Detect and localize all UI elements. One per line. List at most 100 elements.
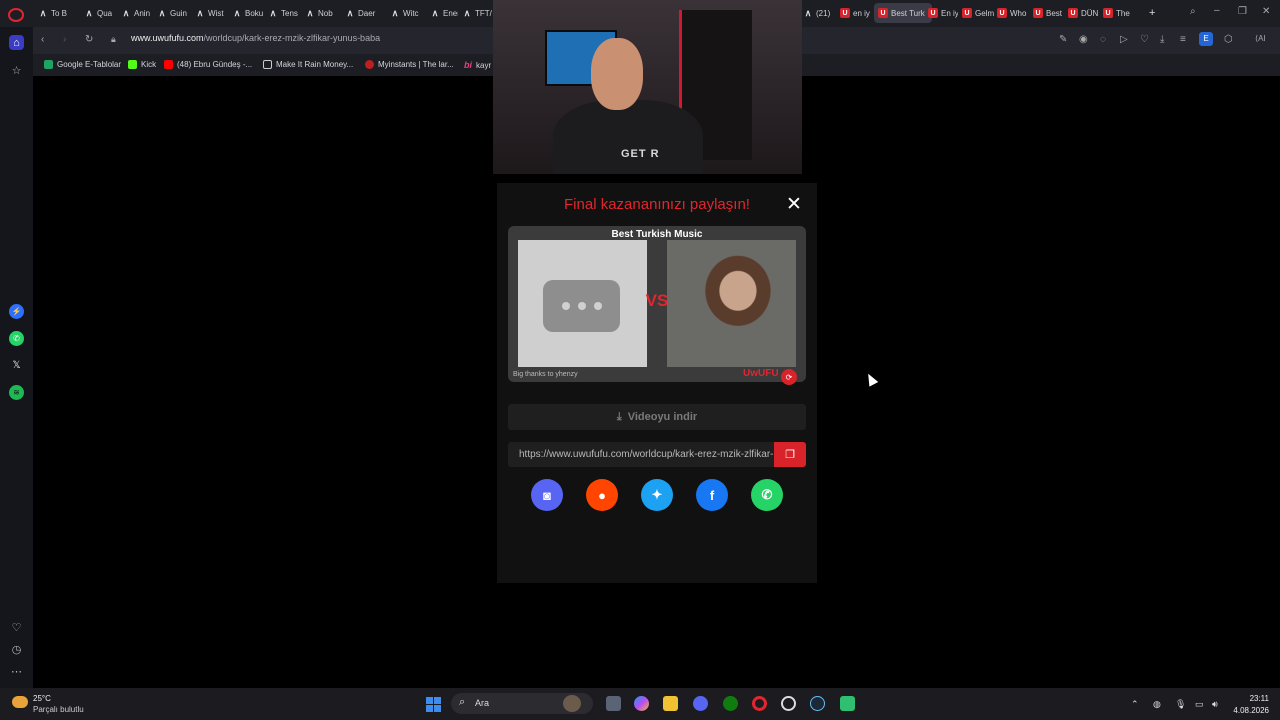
messenger-icon[interactable]: ⚡ <box>9 304 24 319</box>
browser-tab[interactable]: ∧ Nob <box>305 3 341 23</box>
close-window-icon[interactable]: ✕ <box>1262 6 1270 17</box>
taskbar-search[interactable]: ⌕ Ara <box>451 693 593 714</box>
browser-tab[interactable]: ∧ Wist <box>195 3 227 23</box>
heart-sidebar-icon[interactable]: ♡ <box>9 620 24 635</box>
bookmark-kayra[interactable]: bi kayr <box>464 60 491 70</box>
time: 23:11 <box>1249 694 1269 703</box>
extension-e-icon[interactable]: E <box>1199 32 1213 46</box>
history-icon[interactable]: ◷ <box>9 642 24 657</box>
start-button[interactable] <box>426 697 441 712</box>
bookmark-label: Myinstants | The lar... <box>378 60 454 69</box>
tab-label: Daer <box>358 8 376 18</box>
copy-icon: ❐ <box>785 449 795 461</box>
bookmark-kick[interactable]: Kick <box>128 60 156 69</box>
opera-taskbar-icon[interactable] <box>752 696 767 711</box>
browser-tab[interactable]: ∧ Daer <box>345 3 385 23</box>
minimize-icon[interactable]: – <box>1214 5 1220 16</box>
url-field[interactable]: www.uwufufu.com/worldcup/kark-erez-mzik-… <box>131 33 380 43</box>
discord-taskbar-icon[interactable] <box>693 696 708 711</box>
url-domain: www.uwufufu.com <box>131 33 204 43</box>
browser-tab[interactable]: ∧ Boku <box>232 3 264 23</box>
whatsapp-sidebar-icon[interactable]: ✆ <box>9 331 24 346</box>
browser-tab[interactable]: ∧ Qua <box>84 3 116 23</box>
browser-tab[interactable]: U Who <box>997 3 1029 23</box>
lock-icon: 🔒︎ <box>111 34 116 44</box>
browser-tab[interactable]: U Best Turk <box>874 3 932 23</box>
browser-tab[interactable]: ∧ Ener <box>430 3 458 23</box>
browser-tab[interactable]: Uen iy <box>840 3 872 23</box>
bookmark-myinstants[interactable]: Myinstants | The lar... <box>365 60 454 69</box>
kick-icon <box>128 60 137 69</box>
steam-icon[interactable] <box>810 696 825 711</box>
share-twitter-button[interactable]: ✦ <box>641 479 673 511</box>
browser-tab[interactable]: ∧ Guin <box>157 3 191 23</box>
bookmark-page[interactable]: Make It Rain Money... <box>263 60 353 69</box>
myinstants-icon <box>365 60 374 69</box>
restore-icon[interactable]: ❐ <box>1238 6 1247 17</box>
opera-logo-icon[interactable] <box>8 8 24 22</box>
xbox-icon[interactable] <box>723 696 738 711</box>
settings-icon[interactable] <box>781 696 796 711</box>
home-icon[interactable]: ⌂ <box>9 35 24 50</box>
spotify-icon[interactable]: ≋ <box>9 385 24 400</box>
tab-label: Nob <box>318 8 333 18</box>
share-reddit-button[interactable]: ● <box>586 479 618 511</box>
volume-icon[interactable]: 🔊︎ <box>1212 699 1218 710</box>
share-link-field[interactable]: https://www.uwufufu.com/worldcup/kark-er… <box>508 442 806 467</box>
more-icon[interactable]: ⋯ <box>9 664 24 679</box>
copy-link-button[interactable]: ❐ <box>774 442 806 467</box>
close-modal-button[interactable]: ✕ <box>784 195 804 215</box>
browser-tab[interactable]: U DÜN <box>1068 3 1100 23</box>
browser-tab[interactable]: ∧ (21) <box>803 3 831 23</box>
network-icon[interactable]: ▭ <box>1195 699 1204 710</box>
forward-icon[interactable]: › <box>63 34 66 45</box>
bookmark-google-sheets[interactable]: Google E-Tablolar <box>44 60 121 69</box>
clock[interactable]: 23:11 4.08.2026 <box>1233 694 1269 715</box>
copilot-icon[interactable] <box>634 696 649 711</box>
edit-icon[interactable]: ✎ <box>1059 34 1067 45</box>
play-icon[interactable]: ▷ <box>1120 34 1128 45</box>
app-icon[interactable] <box>840 696 855 711</box>
share-facebook-button[interactable]: f <box>696 479 728 511</box>
share-whatsapp-button[interactable]: ✆ <box>751 479 783 511</box>
browser-tab[interactable]: ∧ Witc <box>390 3 426 23</box>
menu-icon[interactable]: ≡ <box>1180 34 1186 45</box>
cube-icon[interactable]: ⬡ <box>1224 34 1233 45</box>
task-view-icon[interactable] <box>606 696 621 711</box>
file-explorer-icon[interactable] <box>663 696 678 711</box>
ai-icon[interactable]: ⟨AI <box>1255 34 1266 43</box>
temperature[interactable]: 25°C <box>33 694 51 703</box>
heart-icon[interactable]: ♡ <box>1140 34 1149 45</box>
back-icon[interactable]: ‹ <box>41 34 44 45</box>
weather-icon[interactable] <box>12 696 28 708</box>
search-tabs-icon[interactable]: ⌕ <box>1190 6 1196 17</box>
tray-app-icon[interactable]: ◍ <box>1153 699 1161 710</box>
download-video-button[interactable]: ⤓ Videoyu indir <box>508 404 806 430</box>
bookmarks-star-icon[interactable]: ☆ <box>9 63 24 78</box>
browser-tab[interactable]: ∧ To B <box>38 3 78 23</box>
streamer-head <box>591 38 643 110</box>
camera-icon[interactable]: ◉ <box>1079 34 1088 45</box>
browser-tab[interactable]: U Gelm <box>962 3 994 23</box>
microphone-icon[interactable]: 🎙︎ <box>1175 699 1186 710</box>
tab-label: Qua <box>97 8 113 18</box>
browser-tab[interactable]: U Best <box>1033 3 1065 23</box>
reload-icon[interactable]: ↻ <box>85 34 93 45</box>
kick-favicon-icon: ∧ <box>158 7 166 18</box>
x-twitter-icon[interactable]: 𝕏 <box>9 358 24 373</box>
share-discord-button[interactable]: ◙ <box>531 479 563 511</box>
tab-label: En iy <box>941 8 958 18</box>
browser-tab[interactable]: ∧ Anin <box>121 3 153 23</box>
shield-icon[interactable]: ◌ <box>1100 34 1106 45</box>
browser-tab[interactable]: U The <box>1103 3 1137 23</box>
refresh-icon[interactable]: ⟳ <box>781 369 797 385</box>
tab-label: Ener <box>443 8 458 18</box>
tray-expand-icon[interactable]: ⌃ <box>1131 699 1139 710</box>
download-icon[interactable]: ⤓ <box>1160 34 1164 45</box>
new-tab-icon[interactable]: + <box>1149 7 1155 19</box>
kick-favicon-icon: ∧ <box>804 7 812 18</box>
bookmark-youtube[interactable]: (48) Ebru Gündeş -... <box>164 60 252 69</box>
browser-tab[interactable]: U En iy <box>928 3 958 23</box>
browser-tab[interactable]: ∧ Tens <box>268 3 300 23</box>
weather-description[interactable]: Parçalı bulutlu <box>33 705 84 714</box>
